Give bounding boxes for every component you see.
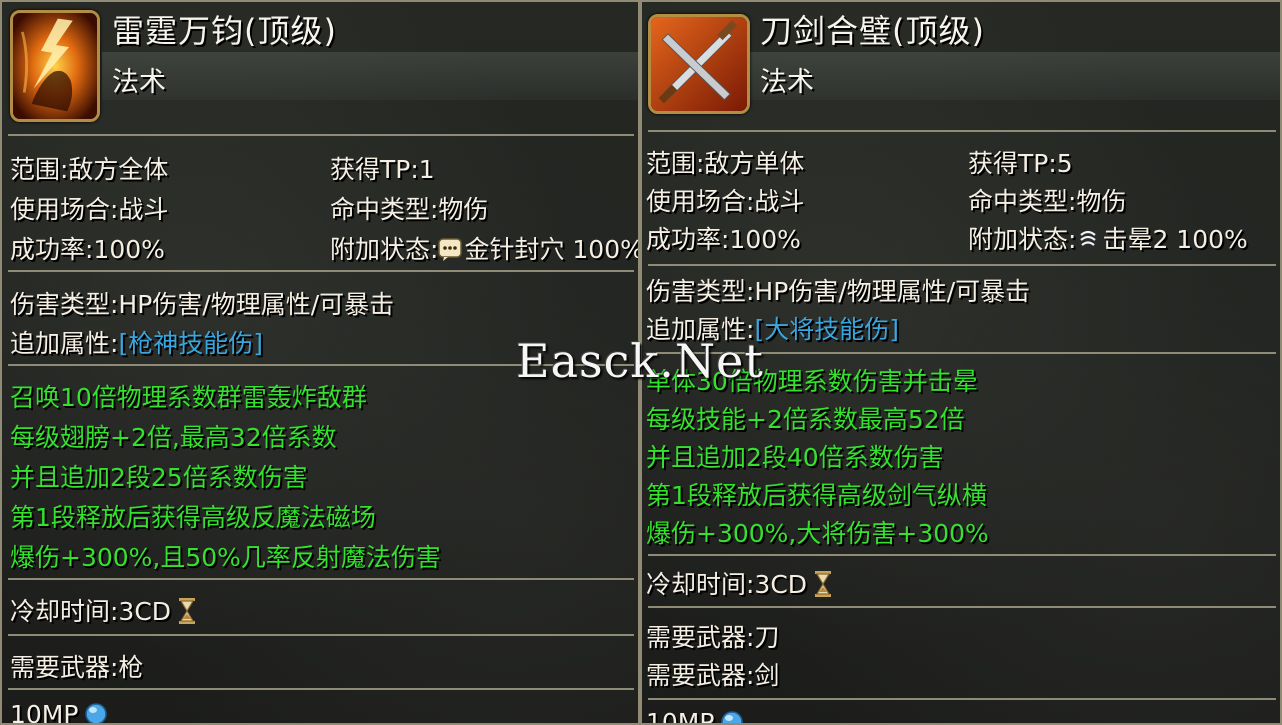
damage-type-text: 伤害类型:HP伤害/物理属性/可暴击	[646, 277, 1031, 306]
success-rate-text: 成功率:100%	[646, 225, 801, 254]
cooldown-text: 冷却时间:3CD	[10, 597, 172, 626]
cooldown: 冷却时间:3CD	[10, 592, 197, 628]
divider	[8, 134, 634, 136]
extra-status: 附加状态: 金针封穴 100%	[330, 230, 640, 266]
crossed-blades-icon	[648, 14, 750, 114]
usage-text: 使用场合:战斗	[10, 195, 169, 224]
extra-attr-label: 追加属性:	[10, 329, 119, 358]
hit-type-text: 命中类型:物伤	[330, 195, 489, 224]
desc-line: 每级技能+2倍系数最高52倍	[646, 405, 965, 434]
divider	[648, 698, 1276, 700]
weapon-requirement: 需要武器:剑	[646, 661, 780, 690]
extra-status-label: 附加状态:	[968, 225, 1077, 254]
header-band	[750, 52, 1280, 100]
header-band	[102, 52, 638, 100]
mana-orb-icon	[721, 711, 744, 723]
cooldown: 冷却时间:3CD	[646, 565, 833, 601]
skill-type: 法术	[760, 67, 814, 98]
extra-status-label: 附加状态:	[330, 235, 439, 264]
desc-line: 第1段释放后获得高级反魔法磁场	[10, 503, 376, 532]
divider	[8, 270, 634, 272]
stun-swirl-icon	[1077, 228, 1100, 250]
extra-status-value: 金针封穴 100%	[464, 235, 640, 264]
tooltip-header: 雷霆万钧(顶级) 法术	[2, 2, 638, 130]
mp-cost: 10MP	[646, 708, 744, 725]
hourglass-icon	[179, 598, 196, 624]
tp-text: 获得TP:5	[968, 149, 1073, 178]
divider	[648, 264, 1276, 266]
extra-attr: 追加属性:[枪神技能伤]	[10, 324, 263, 360]
usage-text: 使用场合:战斗	[646, 187, 805, 216]
damage-type-text: 伤害类型:HP伤害/物理属性/可暴击	[10, 290, 395, 319]
divider	[8, 688, 634, 690]
desc-line: 并且追加2段40倍系数伤害	[646, 443, 944, 472]
hourglass-icon	[815, 571, 832, 597]
desc-line: 爆伤+300%,大将伤害+300%	[646, 519, 989, 548]
speech-bubble-icon	[438, 238, 463, 261]
weapon-requirement: 需要武器:刀	[646, 623, 780, 652]
hit-type-text: 命中类型:物伤	[968, 187, 1127, 216]
mp-cost: 10MP	[10, 700, 108, 725]
desc-line: 召唤10倍物理系数群雷轰炸敌群	[10, 383, 367, 412]
skill-name: 刀剑合璧(顶级)	[760, 12, 985, 50]
mana-orb-icon	[85, 703, 108, 723]
divider	[8, 634, 634, 636]
extra-status-value: 击晕2 100%	[1102, 225, 1248, 254]
range-text: 范围:敌方单体	[646, 149, 805, 178]
skill-type: 法术	[112, 67, 166, 98]
divider	[648, 606, 1276, 608]
divider	[8, 578, 634, 580]
divider	[648, 554, 1276, 556]
extra-attr-value: [枪神技能伤]	[118, 329, 263, 358]
desc-line: 每级翅膀+2倍,最高32倍系数	[10, 423, 337, 452]
mp-text: 10MP	[10, 700, 79, 725]
mp-text: 10MP	[646, 708, 715, 725]
tooltip-header: 刀剑合璧(顶级) 法术	[642, 2, 1280, 130]
divider	[648, 130, 1276, 132]
lightning-warrior-icon	[10, 10, 100, 122]
weapon-requirement: 需要武器:枪	[10, 653, 144, 682]
extra-status: 附加状态: 击晕2 100%	[968, 220, 1248, 256]
extra-attr-value: [大将技能伤]	[754, 315, 899, 344]
desc-line: 第1段释放后获得高级剑气纵横	[646, 481, 987, 510]
desc-line: 爆伤+300%,且50%几率反射魔法伤害	[10, 543, 441, 572]
success-rate-text: 成功率:100%	[10, 235, 165, 264]
watermark-text: Easck.Net	[516, 334, 764, 388]
cooldown-text: 冷却时间:3CD	[646, 570, 808, 599]
tp-text: 获得TP:1	[330, 155, 435, 184]
range-text: 范围:敌方全体	[10, 155, 169, 184]
skill-name: 雷霆万钧(顶级)	[112, 12, 337, 50]
desc-line: 并且追加2段25倍系数伤害	[10, 463, 308, 492]
